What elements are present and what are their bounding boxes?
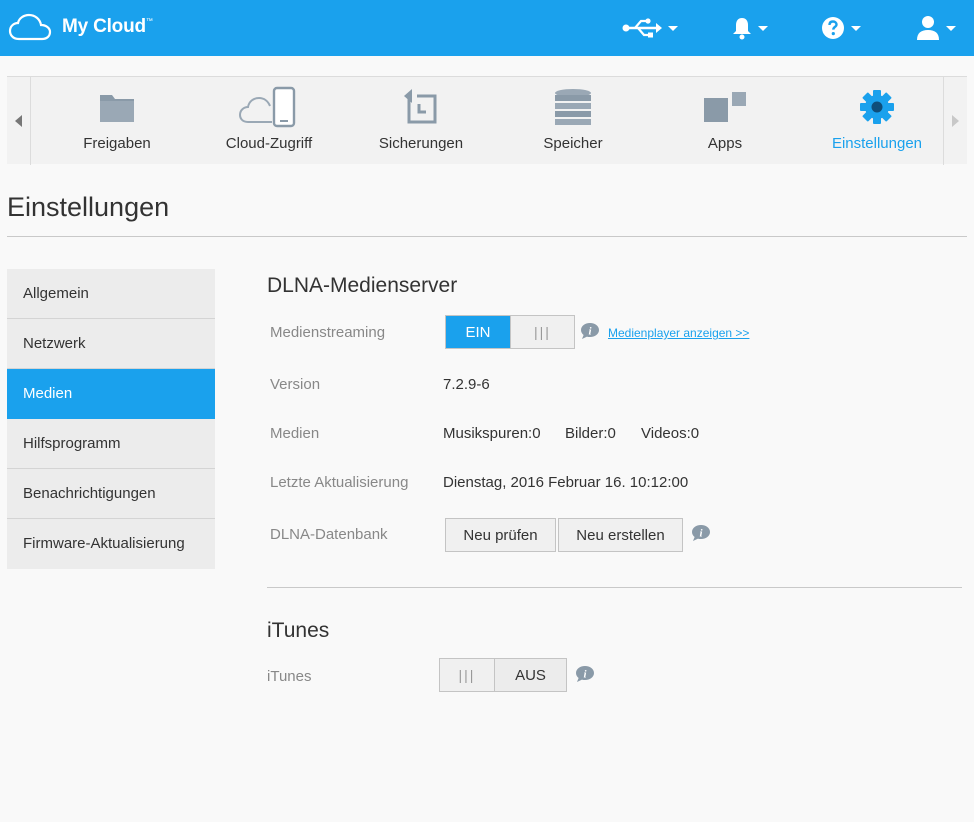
nav-item-label: Apps	[707, 135, 743, 152]
itunes-label: iTunes	[267, 668, 312, 685]
streaming-toggle[interactable]: EIN |||	[445, 315, 575, 349]
nav-item-speicher[interactable]: Speicher	[497, 77, 649, 165]
usb-icon	[622, 18, 662, 38]
chevron-down-icon	[946, 25, 956, 31]
nav-item-label: Speicher	[543, 135, 603, 152]
nav-scroll-right-button[interactable]	[943, 77, 967, 165]
sidebar-item-firmware-aktualisierung[interactable]: Firmware-Aktualisierung	[7, 519, 215, 569]
nav-item-einstellungen[interactable]: Einstellungen	[801, 77, 953, 165]
folder-icon	[100, 95, 134, 122]
divider	[7, 236, 967, 237]
notifications-menu[interactable]	[732, 14, 768, 42]
chevron-down-icon	[668, 25, 678, 31]
toggle-off-label: AUS	[494, 659, 566, 691]
nav-item-label: Sicherungen	[378, 135, 464, 152]
nav-item-freigaben[interactable]: Freigaben	[41, 77, 193, 165]
pictures-count: Bilder:0	[565, 425, 616, 442]
main-nav: Freigaben Cloud-Zugriff Sicherungen Spei…	[7, 76, 967, 165]
arrow-right-icon	[952, 115, 959, 127]
settings-sidebar: Allgemein Netzwerk Medien Hilfsprogramm …	[7, 269, 215, 569]
last-update-value: Dienstag, 2016 Februar 16. 10:12:00	[443, 474, 689, 491]
storage-stack-icon	[555, 89, 591, 125]
nav-scroll-left-button[interactable]	[7, 77, 31, 165]
last-update-label: Letzte Aktualisierung	[270, 474, 409, 491]
nav-item-label: Freigaben	[83, 135, 151, 152]
media-player-link[interactable]: Medienplayer anzeigen >>	[608, 326, 749, 340]
sidebar-item-hilfsprogramm[interactable]: Hilfsprogramm	[7, 419, 215, 469]
chevron-down-icon	[851, 25, 861, 31]
arrow-left-icon	[15, 115, 22, 127]
chevron-down-icon	[758, 25, 768, 31]
cloud-logo-icon	[8, 13, 52, 41]
sidebar-item-allgemein[interactable]: Allgemein	[7, 269, 215, 319]
sidebar-item-benachrichtigungen[interactable]: Benachrichtigungen	[7, 469, 215, 519]
media-label: Medien	[270, 425, 320, 442]
top-bar: My Cloud™	[0, 0, 974, 56]
dlna-section-title: DLNA-Medienserver	[267, 274, 458, 297]
backup-clock-icon	[404, 89, 437, 124]
rescan-button[interactable]: Neu prüfen	[445, 518, 556, 552]
version-label: Version	[270, 376, 321, 393]
version-value: 7.2.9-6	[443, 376, 490, 393]
nav-item-cloud-zugriff[interactable]: Cloud-Zugriff	[193, 77, 345, 165]
nav-item-label: Cloud-Zugriff	[225, 135, 313, 152]
itunes-section-title: iTunes	[267, 619, 330, 642]
dlna-database-label: DLNA-Datenbank	[270, 526, 388, 543]
sidebar-item-medien[interactable]: Medien	[7, 369, 215, 419]
streaming-label: Medienstreaming	[270, 324, 386, 341]
toggle-grip: |||	[440, 659, 494, 691]
page-title: Einstellungen	[7, 192, 170, 222]
gear-icon	[860, 90, 894, 124]
bell-icon	[733, 18, 751, 40]
itunes-toggle[interactable]: ||| AUS	[439, 658, 567, 692]
trademark: ™	[145, 18, 153, 25]
sidebar-item-netzwerk[interactable]: Netzwerk	[7, 319, 215, 369]
logo-text: My Cloud	[62, 16, 146, 37]
info-icon[interactable]: i	[575, 665, 595, 683]
cloud-device-icon	[238, 86, 296, 128]
info-icon[interactable]: i	[691, 524, 711, 542]
info-icon[interactable]: i	[580, 322, 600, 340]
user-icon	[917, 16, 939, 40]
usb-menu[interactable]	[622, 14, 678, 42]
music-count: Musikspuren:0	[443, 425, 541, 442]
rebuild-button[interactable]: Neu erstellen	[558, 518, 683, 552]
nav-item-label: Einstellungen	[831, 135, 923, 152]
nav-item-apps[interactable]: Apps	[649, 77, 801, 165]
toggle-on-label: EIN	[446, 316, 510, 348]
nav-item-sicherungen[interactable]: Sicherungen	[345, 77, 497, 165]
help-icon	[822, 17, 844, 39]
videos-count: Videos:0	[641, 425, 700, 442]
user-menu[interactable]	[916, 14, 956, 42]
apps-grid-icon	[704, 92, 746, 122]
help-menu[interactable]	[821, 14, 861, 42]
divider	[267, 587, 962, 588]
toggle-grip: |||	[510, 316, 574, 348]
my-cloud-logo[interactable]: My Cloud™	[8, 13, 153, 41]
